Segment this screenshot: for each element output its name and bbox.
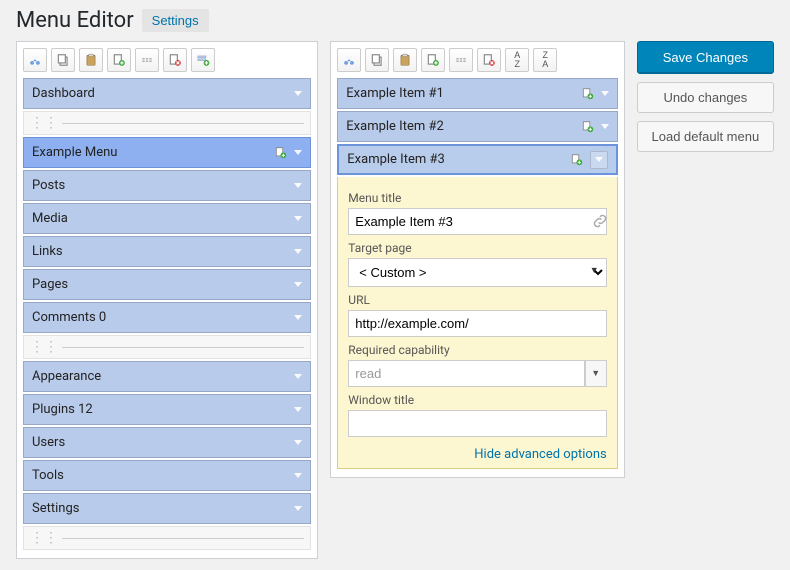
submenu-item[interactable]: Example Item #3 <box>337 144 617 175</box>
toolbar-right: AZ ZA <box>337 48 617 72</box>
grip-icon: ⋮⋮ <box>30 340 58 354</box>
hide-advanced-link[interactable]: Hide advanced options <box>474 447 606 462</box>
separator-row[interactable]: ⋮⋮ <box>23 526 311 550</box>
menu-item-label: Appearance <box>32 369 101 384</box>
cut-button[interactable] <box>23 48 47 72</box>
grip-icon: ⋮⋮ <box>30 531 58 545</box>
target-page-label: Target page <box>348 241 606 255</box>
menu-item-label: Media <box>32 211 68 226</box>
menu-item-label: Settings <box>32 501 79 516</box>
menu-item-label: Tools <box>32 468 64 483</box>
menu-item[interactable]: Media <box>23 203 311 234</box>
menu-item-label: Pages <box>32 277 68 292</box>
submenu-item[interactable]: Example Item #1 <box>337 78 617 109</box>
sort-desc-button[interactable]: ZA <box>533 48 557 72</box>
chevron-down-icon <box>595 157 603 162</box>
chevron-down-icon <box>294 440 302 445</box>
menu-item-label: Example Item #2 <box>346 119 444 134</box>
url-input[interactable] <box>348 310 606 337</box>
separator-row[interactable]: ⋮⋮ <box>23 335 311 359</box>
capability-label: Required capability <box>348 343 606 357</box>
submenu-item[interactable]: Example Item #2 <box>337 111 617 142</box>
menu-title-label: Menu title <box>348 191 606 205</box>
window-title-label: Window title <box>348 393 606 407</box>
menu-item-label: Dashboard <box>32 86 95 101</box>
collapse-toggle[interactable] <box>590 151 608 169</box>
new-separator-button[interactable] <box>449 48 473 72</box>
url-label: URL <box>348 293 606 307</box>
chevron-down-icon <box>294 315 302 320</box>
chevron-down-icon <box>294 216 302 221</box>
menu-item-label: Users <box>32 435 65 450</box>
target-page-select[interactable]: < Custom > <box>348 258 606 287</box>
custom-flag-icon <box>581 87 595 101</box>
chevron-down-icon <box>294 249 302 254</box>
menu-item[interactable]: Tools <box>23 460 311 491</box>
page-title: Menu Editor <box>16 8 134 33</box>
chevron-down-icon <box>294 407 302 412</box>
grip-icon: ⋮⋮ <box>30 116 58 130</box>
menu-item[interactable]: Links <box>23 236 311 267</box>
new-item-button[interactable] <box>421 48 445 72</box>
submenu-panel: AZ ZA Example Item #1 Example Item #2 Exam… <box>330 41 624 478</box>
menu-item[interactable]: Plugins 12 <box>23 394 311 425</box>
menu-item-label: Example Item #3 <box>347 152 445 167</box>
capability-input[interactable] <box>348 360 584 387</box>
chevron-down-icon <box>294 374 302 379</box>
delete-button[interactable] <box>163 48 187 72</box>
menu-item[interactable]: Posts <box>23 170 311 201</box>
settings-tab[interactable]: Settings <box>142 9 209 32</box>
custom-flag-icon <box>581 120 595 134</box>
chevron-down-icon <box>294 506 302 511</box>
paste-button[interactable] <box>79 48 103 72</box>
save-button[interactable]: Save Changes <box>637 41 774 74</box>
load-default-button[interactable]: Load default menu <box>637 121 774 152</box>
menu-item[interactable]: Comments 0 <box>23 302 311 333</box>
top-level-menus-panel: Dashboard ⋮⋮ Example Menu Posts Media Links Pa… <box>16 41 318 559</box>
cut-button[interactable] <box>337 48 361 72</box>
sort-asc-button[interactable]: AZ <box>505 48 529 72</box>
chevron-down-icon <box>294 91 302 96</box>
menu-item-label: Plugins 12 <box>32 402 93 417</box>
capability-dropdown-button[interactable]: ▼ <box>585 360 607 387</box>
window-title-input[interactable] <box>348 410 606 437</box>
delete-button[interactable] <box>477 48 501 72</box>
chevron-down-icon <box>601 91 609 96</box>
menu-item[interactable]: Dashboard <box>23 78 311 109</box>
chevron-down-icon <box>294 282 302 287</box>
menu-item[interactable]: Users <box>23 427 311 458</box>
item-editor: Menu title Target page < Custom > URL Requir… <box>337 177 617 469</box>
menu-item-label: Links <box>32 244 63 259</box>
menu-item-label: Example Menu <box>32 145 117 160</box>
custom-flag-icon <box>570 153 584 167</box>
copy-button[interactable] <box>51 48 75 72</box>
actions-sidebar: Save Changes Undo changes Load default m… <box>637 41 774 152</box>
menu-item[interactable]: Pages <box>23 269 311 300</box>
separator-row[interactable]: ⋮⋮ <box>23 111 311 135</box>
paste-button[interactable] <box>393 48 417 72</box>
copy-button[interactable] <box>365 48 389 72</box>
menu-item-label: Example Item #1 <box>346 86 444 101</box>
menu-title-input[interactable] <box>348 208 606 235</box>
menu-item[interactable]: Appearance <box>23 361 311 392</box>
menu-item-label: Comments 0 <box>32 310 106 325</box>
new-separator-button[interactable] <box>135 48 159 72</box>
add-menu-button[interactable] <box>191 48 215 72</box>
chevron-down-icon <box>294 473 302 478</box>
new-item-button[interactable] <box>107 48 131 72</box>
toolbar-left <box>23 48 311 72</box>
menu-item[interactable]: Settings <box>23 493 311 524</box>
custom-flag-icon <box>274 146 288 160</box>
chevron-down-icon <box>294 183 302 188</box>
link-icon[interactable] <box>591 212 609 230</box>
chevron-down-icon <box>601 124 609 129</box>
menu-item-label: Posts <box>32 178 65 193</box>
menu-item[interactable]: Example Menu <box>23 137 311 168</box>
undo-button[interactable]: Undo changes <box>637 82 774 113</box>
chevron-down-icon <box>294 150 302 155</box>
